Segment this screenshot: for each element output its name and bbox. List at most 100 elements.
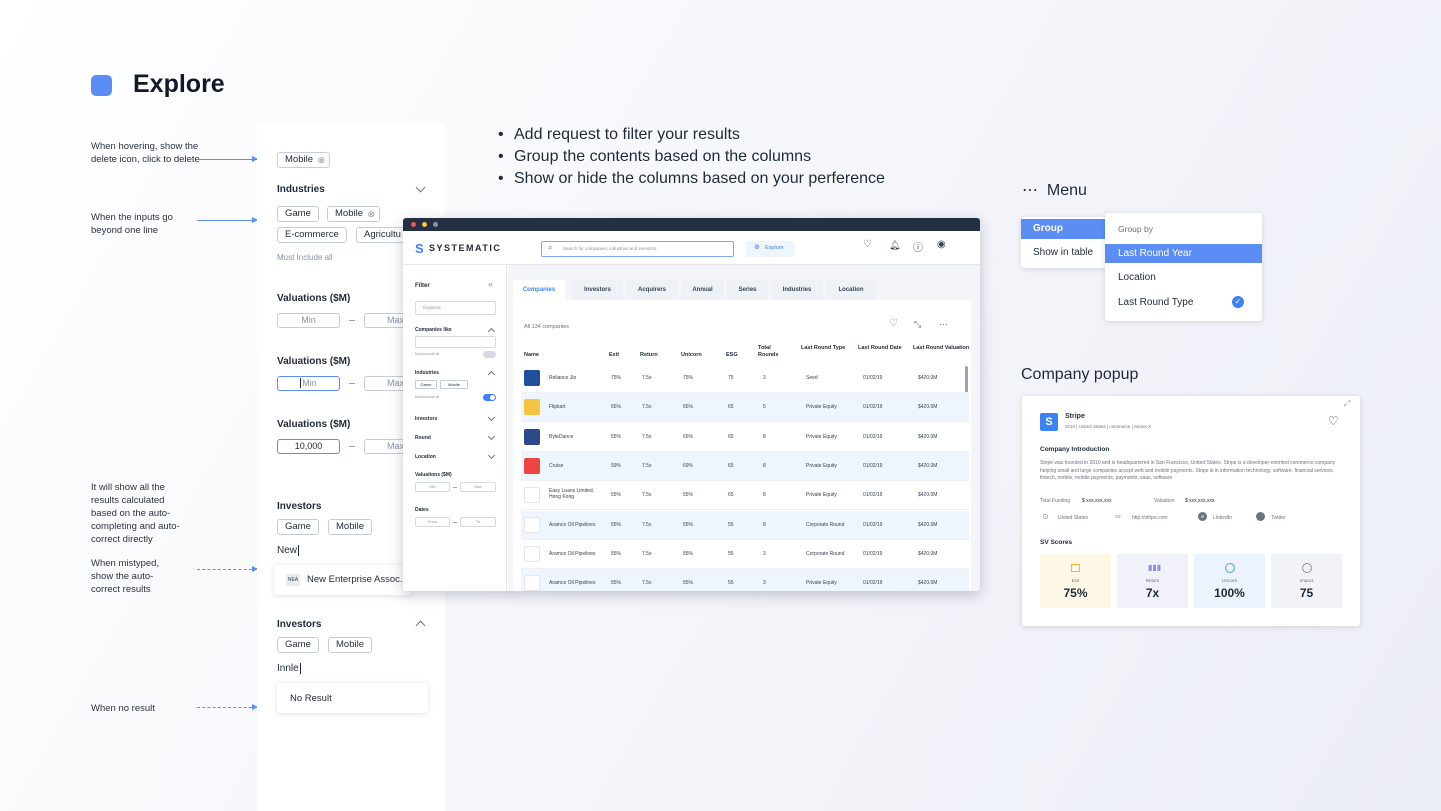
col-total-rounds[interactable]: Total Rounds <box>758 345 780 359</box>
no-result-dropdown: No Result <box>277 683 428 713</box>
chip-game[interactable]: Game <box>415 380 437 389</box>
suggestion-dropdown[interactable]: NEA New Enterprise Assoc... <box>274 565 411 595</box>
tab-industries[interactable]: Industries <box>771 280 823 300</box>
option-last-round-year[interactable]: Last Round Year <box>1105 244 1262 263</box>
col-return[interactable]: Return <box>640 352 658 359</box>
chip-game[interactable]: Game <box>277 519 319 535</box>
chevron-down-icon[interactable] <box>487 413 496 422</box>
col-last-round-date[interactable]: Last Round Date <box>858 345 903 352</box>
valuation-min-input[interactable]: 10,000 <box>277 439 340 454</box>
option-location[interactable]: Location <box>1118 272 1156 283</box>
global-search-input[interactable]: ⌕ Search for companies, industries and i… <box>541 241 734 257</box>
table-row[interactable]: Easy Loans Limited, Hong Kong 55% 7.5x 55% 6… <box>521 481 969 511</box>
table-row[interactable]: Aramco Oil Pipelines 55% 7.5x 55% 55 3 Corpora… <box>521 540 969 569</box>
chevron-down-icon[interactable] <box>487 451 496 460</box>
expand-icon[interactable]: ⤢ <box>1344 399 1350 409</box>
explore-button[interactable]: ⊕ Explore <box>746 241 795 257</box>
tab-investors[interactable]: Investors <box>572 280 623 300</box>
suggestion-text[interactable]: New Enterprise Assoc... <box>307 574 408 585</box>
chevron-up-icon[interactable] <box>487 327 496 336</box>
no-result-text: No Result <box>290 693 332 704</box>
chip-game[interactable]: Game <box>277 637 319 653</box>
table-row[interactable]: Aramco Oil Pipelines 55% 7.5x 55% 55 8 Corpora… <box>521 510 969 540</box>
valuation-max-input[interactable]: Max <box>460 482 496 492</box>
col-unicorn[interactable]: Unicorn <box>681 352 702 359</box>
valuation-min-input[interactable]: Min <box>277 376 340 391</box>
investor-search-input[interactable]: New <box>277 545 300 556</box>
chip-mobile[interactable]: Mobile <box>328 637 372 653</box>
table-cell: Reliance Jio <box>549 375 577 381</box>
chip-mobile[interactable]: Mobile ⊗ <box>327 206 380 222</box>
feature-item: Show or hide the columns based on your p… <box>496 168 885 190</box>
heart-icon[interactable]: ♡ <box>889 318 898 329</box>
tab-series[interactable]: Series <box>727 280 768 300</box>
tab-location[interactable]: Location <box>826 280 876 300</box>
company-meta: 2010 | United States | commerce | Series… <box>1065 424 1152 429</box>
chip-mobile[interactable]: Mobile <box>440 380 468 389</box>
must-include-toggle[interactable] <box>483 394 496 401</box>
table-row[interactable]: ByteDance 55% 7.5x 65% 65 8 Private Equity 01/0… <box>521 423 969 452</box>
valuation-label: Valuations ($M) <box>277 356 351 367</box>
option-last-round-type[interactable]: Last Round Type <box>1118 297 1193 308</box>
table-row[interactable]: Aramco Oil Pipelines 55% 7.5x 55% 55 3 Private… <box>521 569 969 591</box>
investor-search-input[interactable]: Innle <box>277 663 301 674</box>
col-exit[interactable]: Exit <box>609 352 619 359</box>
valuation-min-input[interactable]: Min <box>277 313 340 328</box>
collapse-icon[interactable]: « <box>488 279 493 289</box>
chevron-down-icon[interactable] <box>487 432 496 441</box>
chip-mobile[interactable]: Mobile ⊗ <box>277 152 330 168</box>
keyword-input[interactable]: Keyword <box>415 301 496 315</box>
menu-item-group[interactable]: Group <box>1021 219 1109 239</box>
chip-mobile[interactable]: Mobile <box>328 519 372 535</box>
table-cell: 65% <box>683 433 694 440</box>
linkedin-icon[interactable]: in <box>1198 512 1207 521</box>
col-last-round-valuation[interactable]: Last Round Valuation <box>913 345 973 352</box>
window-zoom-dot[interactable] <box>433 222 438 227</box>
must-include-toggle[interactable] <box>483 351 496 358</box>
user-icon[interactable]: ◉ <box>937 239 946 250</box>
chevron-down-icon[interactable] <box>415 182 426 193</box>
arrow-inputs <box>197 217 258 223</box>
heart-icon[interactable]: ♡ <box>863 239 872 250</box>
range-dash <box>349 446 355 447</box>
window-close-dot[interactable] <box>411 222 416 227</box>
col-esg[interactable]: ESG <box>726 352 738 359</box>
table-cell: 75 <box>728 375 734 381</box>
company-popup-heading: Company popup <box>1021 366 1139 383</box>
investors-label: Investors <box>415 416 438 422</box>
valuation-min-input[interactable]: Min <box>415 482 450 492</box>
companies-like-input[interactable] <box>415 336 496 348</box>
date-to-input[interactable]: To <box>460 517 496 527</box>
menu-item-show-in-table[interactable]: Show in table <box>1033 247 1093 258</box>
chip-game[interactable]: Game <box>277 206 319 222</box>
close-circle-icon[interactable]: ⊗ <box>367 207 375 221</box>
bell-icon[interactable]: 🔔︎ <box>889 240 900 251</box>
chevron-up-icon[interactable] <box>487 370 496 379</box>
close-circle-icon[interactable]: ⊗ <box>317 153 325 167</box>
table-cell: 55% <box>611 580 622 587</box>
expand-icon[interactable]: ⤡ <box>914 319 921 330</box>
col-last-round-type[interactable]: Last Round Type <box>801 345 846 352</box>
window-minimize-dot[interactable] <box>422 222 427 227</box>
table-row[interactable]: Flipkart 65% 7.5x 65% 65 5 Private Equity 01/02… <box>521 393 969 423</box>
funding-value: $ xxx,xxx,xxx <box>1082 498 1112 504</box>
more-icon[interactable]: ⋯ <box>939 319 948 330</box>
tab-acquirers[interactable]: Acquirers <box>626 280 678 300</box>
info-icon[interactable]: ⓘ <box>913 239 923 254</box>
brand-name: SYSTEMATIC <box>429 243 502 253</box>
heart-icon[interactable]: ♡ <box>1328 414 1339 428</box>
table-row[interactable]: Cruise 59% 7.5x 69% 65 8 Private Equity 01/02/1… <box>521 451 969 481</box>
tab-companies[interactable]: Companies <box>513 280 565 300</box>
table-row[interactable]: Reliance Jio 75% 7.5x 75% 75 3 Seed 01/02/19 $42… <box>521 364 969 393</box>
link-twitter[interactable]: Twitter <box>1271 515 1286 521</box>
tab-annual[interactable]: Annual <box>681 280 724 300</box>
note-noresult: When no result <box>91 703 155 714</box>
link-website[interactable]: http://stripe.com <box>1132 515 1168 521</box>
company-logo <box>524 575 540 591</box>
link-linkedin[interactable]: LinkedIn <box>1213 515 1232 521</box>
chip-ecommerce[interactable]: E-commerce <box>277 227 347 243</box>
chevron-up-icon[interactable] <box>415 620 426 631</box>
date-from-input[interactable]: From <box>415 517 450 527</box>
col-name[interactable]: Name <box>524 352 539 359</box>
twitter-icon[interactable] <box>1256 512 1265 521</box>
